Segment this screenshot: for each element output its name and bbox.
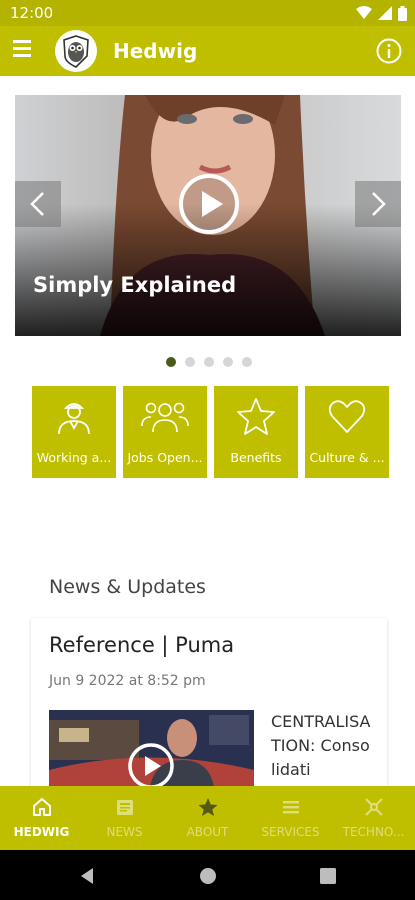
status-bar: 12:00 [0, 0, 415, 26]
carousel-dot[interactable] [185, 357, 195, 367]
home-button-icon[interactable] [197, 865, 219, 887]
heart-icon [328, 400, 366, 433]
nav-label: HEDWIG [13, 825, 70, 839]
play-icon [128, 743, 174, 789]
nav-technology[interactable]: TECHNO... [332, 786, 415, 850]
carousel-indicator [166, 357, 252, 367]
nav-news[interactable]: NEWS [83, 786, 166, 850]
recents-icon[interactable] [317, 865, 339, 887]
system-navigation-bar [0, 850, 415, 900]
carousel-prev-button[interactable] [15, 181, 61, 227]
chevron-left-icon [30, 192, 44, 216]
nav-services[interactable]: SERVICES [249, 786, 332, 850]
status-icons [356, 5, 407, 21]
news-excerpt: CENTRALISATION: Consolidati [271, 712, 371, 779]
carousel-dot[interactable] [204, 357, 214, 367]
carousel-next-button[interactable] [355, 181, 401, 227]
app-bar: Hedwig [0, 26, 415, 76]
app-logo [55, 30, 97, 72]
owl-logo [63, 35, 89, 68]
hero-carousel[interactable]: Simply Explained [15, 95, 401, 336]
news-title: Reference | Puma [49, 633, 235, 657]
carousel-dot[interactable] [166, 357, 176, 367]
tile-label: Jobs Open... [127, 450, 203, 465]
team-icon [141, 402, 189, 433]
carousel-dot[interactable] [242, 357, 252, 367]
tile-culture[interactable]: Culture & ... [305, 386, 389, 478]
nav-label: NEWS [106, 825, 143, 839]
chevron-right-icon [372, 192, 386, 216]
tile-benefits[interactable]: Benefits [214, 386, 298, 478]
app-title: Hedwig [113, 39, 198, 63]
info-button[interactable] [375, 37, 403, 65]
menu-button[interactable] [13, 40, 39, 62]
nav-label: ABOUT [186, 825, 229, 839]
news-date: Jun 9 2022 at 8:52 pm [49, 673, 206, 689]
back-icon[interactable] [77, 865, 99, 887]
star-icon [198, 798, 217, 816]
tile-label: Culture & ... [309, 450, 385, 465]
wifi-icon [356, 6, 372, 19]
section-title: News & Updates [49, 576, 206, 598]
status-time: 12:00 [10, 4, 54, 22]
nav-label: SERVICES [261, 825, 320, 839]
quick-links: Working a... Jobs Open... Benefits Cultu… [32, 386, 389, 478]
tile-label: Benefits [230, 450, 282, 465]
home-icon [32, 798, 51, 816]
battery-icon [398, 5, 407, 21]
nav-label: TECHNO... [342, 825, 405, 839]
menu-icon [13, 40, 31, 43]
star-icon [237, 398, 275, 435]
signal-icon [378, 6, 392, 20]
nav-hedwig[interactable]: HEDWIG [0, 786, 83, 850]
tile-label: Working a... [36, 450, 112, 465]
list-icon [282, 801, 299, 814]
tile-jobs-open[interactable]: Jobs Open... [123, 386, 207, 478]
news-icon [116, 800, 133, 815]
bottom-navigation: HEDWIG NEWS ABOUT SERVICES TECHNO... [0, 786, 415, 850]
info-icon [376, 38, 402, 64]
carousel-dot[interactable] [223, 357, 233, 367]
hero-caption: Simply Explained [33, 273, 237, 297]
nav-about[interactable]: ABOUT [166, 786, 249, 850]
tools-icon [364, 798, 383, 816]
hero-play-button[interactable] [178, 173, 240, 235]
tile-working-at[interactable]: Working a... [32, 386, 116, 478]
worker-icon [58, 403, 90, 435]
